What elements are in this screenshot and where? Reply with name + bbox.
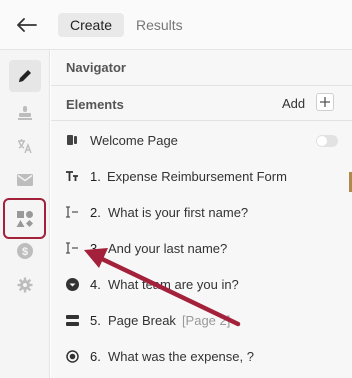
navigator-panel: Navigator Elements Add Welcome Page 1. E… — [51, 50, 352, 378]
list-item-number: 6. — [90, 349, 101, 364]
top-bar: Create Results — [0, 0, 352, 50]
translate-icon — [18, 139, 32, 154]
gear-icon — [17, 277, 33, 293]
plus-icon — [320, 97, 330, 107]
list-item-last-name[interactable]: 3. And your last name? — [51, 230, 352, 266]
dropdown-icon — [65, 277, 79, 291]
dollar-icon: $ — [17, 243, 33, 259]
list-item-page-break[interactable]: 5. Page Break [Page 2] — [51, 302, 352, 338]
list-item-label: Page Break — [108, 313, 176, 328]
page-tag: [Page 2] — [181, 313, 231, 328]
side-rail: $ — [0, 50, 50, 378]
elements-title: Elements — [66, 97, 124, 112]
list-item-number: 4. — [90, 277, 101, 292]
text-input-icon — [65, 241, 79, 255]
list-item-welcome-page[interactable]: Welcome Page — [51, 122, 352, 158]
add-element-button[interactable] — [316, 93, 334, 111]
text-format-icon — [65, 169, 79, 183]
rail-edit-button[interactable] — [9, 60, 41, 92]
mail-icon — [17, 174, 33, 186]
shapes-icon — [16, 210, 33, 227]
list-item-label: Expense Reimbursement Form — [107, 169, 287, 184]
list-item-number: 3. — [90, 241, 101, 256]
svg-text:$: $ — [22, 246, 28, 258]
elements-header: Elements Add — [51, 87, 352, 121]
welcome-page-toggle[interactable] — [316, 135, 338, 147]
rail-translate-button[interactable] — [9, 130, 41, 162]
tab-results[interactable]: Results — [124, 13, 195, 37]
arrow-left-icon — [17, 18, 37, 32]
list-item-label: What is your first name? — [108, 205, 249, 220]
list-item-expense[interactable]: 6. What was the expense, ? — [51, 338, 352, 374]
list-item-number: 1. — [90, 169, 101, 184]
list-item-label: What was the expense, ? — [108, 349, 254, 364]
radio-icon — [65, 349, 79, 363]
list-item-team[interactable]: 4. What team are you in? — [51, 266, 352, 302]
rail-email-button[interactable] — [9, 164, 41, 196]
rail-payments-button[interactable]: $ — [9, 235, 41, 267]
stamp-icon — [18, 106, 32, 120]
list-item-label: Welcome Page — [90, 133, 178, 148]
list-item-first-name[interactable]: 2. What is your first name? — [51, 194, 352, 230]
list-item-number: 2. — [90, 205, 101, 220]
rail-settings-button[interactable] — [9, 269, 41, 301]
add-element-label[interactable]: Add — [282, 96, 305, 111]
list-item-statement[interactable]: 1. Expense Reimbursement Form — [51, 158, 352, 194]
rail-design-button[interactable] — [9, 97, 41, 129]
tab-create[interactable]: Create — [58, 13, 125, 37]
text-input-icon — [65, 205, 79, 219]
welcome-page-icon — [65, 133, 79, 147]
list-item-label: And your last name? — [108, 241, 228, 256]
back-button[interactable] — [14, 12, 40, 38]
rail-logic-button[interactable] — [3, 198, 46, 239]
list-item-number: 5. — [90, 313, 101, 328]
navigator-title: Navigator — [66, 60, 126, 75]
list-item-label: What team are you in? — [108, 277, 239, 292]
navigator-header: Navigator — [51, 50, 352, 86]
page-break-icon — [65, 313, 79, 327]
pencil-icon — [19, 70, 31, 82]
